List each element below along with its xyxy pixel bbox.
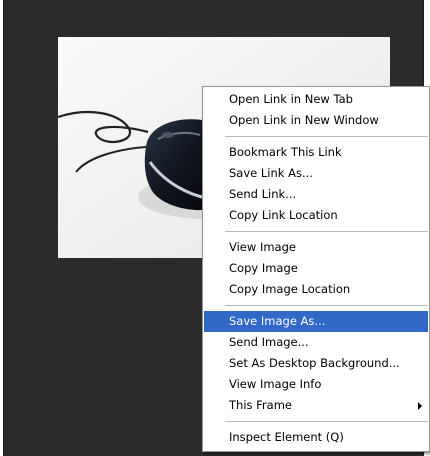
menu-separator (225, 136, 428, 138)
menu-item-label: View Image Info (229, 377, 322, 391)
menu-item-label: Save Image As... (229, 314, 326, 328)
menu-item-send-link[interactable]: Send Link... (204, 184, 428, 205)
menu-item-copy-image-location[interactable]: Copy Image Location (204, 279, 428, 300)
menu-item-label: Send Image... (229, 335, 309, 349)
menu-separator (225, 231, 428, 233)
context-menu: Open Link in New Tab Open Link in New Win… (202, 86, 430, 452)
menu-item-label: This Frame (229, 398, 292, 412)
menu-item-this-frame[interactable]: This Frame (204, 395, 428, 416)
menu-item-label: View Image (229, 240, 296, 254)
menu-item-label: Copy Image Location (229, 282, 351, 296)
menu-item-copy-link-location[interactable]: Copy Link Location (204, 205, 428, 226)
menu-item-set-as-desktop-background[interactable]: Set As Desktop Background... (204, 353, 428, 374)
menu-item-copy-image[interactable]: Copy Image (204, 258, 428, 279)
menu-item-inspect-element-q[interactable]: Inspect Element (Q) (204, 427, 428, 448)
menu-item-label: Inspect Element (Q) (229, 430, 344, 444)
menu-item-label: Copy Link Location (229, 208, 338, 222)
menu-item-label: Set As Desktop Background... (229, 356, 400, 370)
menu-item-view-image-info[interactable]: View Image Info (204, 374, 428, 395)
menu-item-bookmark-this-link[interactable]: Bookmark This Link (204, 142, 428, 163)
menu-item-label: Copy Image (229, 261, 298, 275)
menu-item-label: Save Link As... (229, 166, 313, 180)
menu-separator (225, 305, 428, 307)
menu-item-save-link-as[interactable]: Save Link As... (204, 163, 428, 184)
menu-item-send-image[interactable]: Send Image... (204, 332, 428, 353)
menu-item-open-link-in-new-window[interactable]: Open Link in New Window (204, 110, 428, 131)
chevron-right-icon (418, 402, 422, 410)
menu-item-save-image-as[interactable]: Save Image As... (204, 311, 428, 332)
menu-item-label: Open Link in New Tab (229, 92, 353, 106)
menu-separator (225, 421, 428, 423)
menu-item-open-link-in-new-tab[interactable]: Open Link in New Tab (204, 89, 428, 110)
menu-item-label: Send Link... (229, 187, 297, 201)
menu-item-label: Open Link in New Window (229, 113, 379, 127)
menu-item-label: Bookmark This Link (229, 145, 342, 159)
menu-item-view-image[interactable]: View Image (204, 237, 428, 258)
